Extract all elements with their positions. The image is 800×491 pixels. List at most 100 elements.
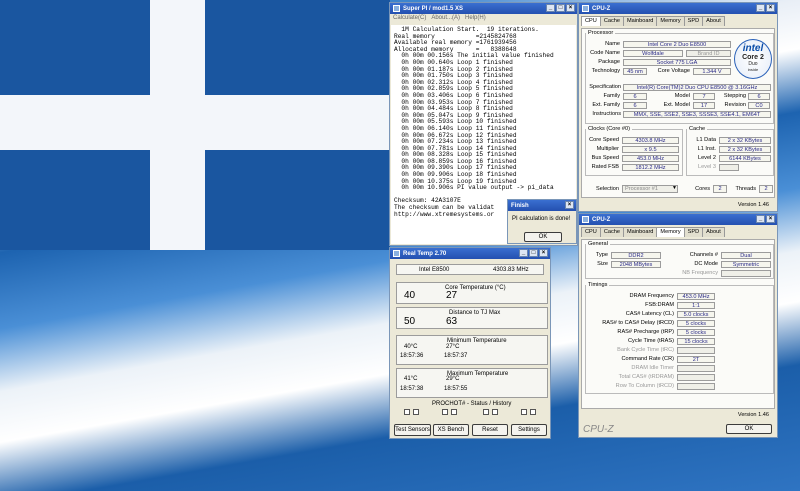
reset-button[interactable]: Reset (472, 424, 508, 436)
close-icon[interactable]: × (565, 201, 574, 209)
cpu-info-box: Intel E8500 4303.83 MHz (396, 264, 544, 275)
cpuz-app-icon (582, 216, 589, 223)
selection-label: Selection (595, 186, 619, 192)
revision-value: C0 (748, 102, 770, 109)
minimize-icon[interactable]: _ (756, 215, 765, 223)
ext-model-value: 17 (693, 102, 715, 109)
row-to-column-label: Row To Column (tRCD) (615, 383, 674, 389)
stepping-label: Stepping (723, 93, 746, 99)
minimize-icon[interactable]: _ (756, 4, 765, 12)
cpuz-memory-title: CPU-Z (592, 216, 611, 223)
ext-model-label: Ext. Model (663, 102, 690, 108)
maximize-icon[interactable]: □ (529, 249, 538, 257)
cpuz-memory-titlebar[interactable]: CPU-Z _ × (579, 214, 777, 225)
prochot-core0-history-checkbox[interactable] (413, 409, 419, 415)
prochot-core0-checkbox[interactable] (404, 409, 410, 415)
core1-max-temp: 29°C (446, 376, 460, 382)
superpi-titlebar[interactable]: Super PI / mod1.5 XS _ □ × (390, 3, 577, 14)
cpuz-title: CPU-Z (592, 5, 611, 12)
specification-value: Intel(R) Core(TM)2 Duo CPU E8500 @ 3.16G… (623, 84, 771, 91)
model-value: 7 (693, 93, 715, 100)
multiplier-label: Multiplier (596, 146, 619, 152)
settings-button[interactable]: Settings (511, 424, 547, 436)
finish-dialog: Finish × PI calculation is done! OK (507, 199, 577, 244)
tab-about[interactable]: About (702, 227, 725, 237)
tab-mainboard[interactable]: Mainboard (622, 227, 658, 237)
nb-frequency-value (721, 270, 771, 277)
max-temperature-box: Maximum Temperature (396, 368, 548, 398)
tab-cache[interactable]: Cache (599, 227, 624, 237)
finish-titlebar[interactable]: Finish × (508, 200, 576, 211)
tab-about[interactable]: About (702, 16, 725, 26)
trcd-value: 5 clocks (677, 320, 715, 327)
tab-mainboard[interactable]: Mainboard (622, 16, 658, 26)
trc-value (677, 347, 715, 354)
command-rate-value: 2T (677, 356, 715, 363)
tab-spd[interactable]: SPD (683, 16, 704, 26)
tab-cpu[interactable]: CPU (581, 227, 601, 237)
superpi-output-line: 0h 00m 10.906s PI value output -> pi_dat… (394, 184, 554, 192)
level3-value (719, 164, 739, 171)
menu-help[interactable]: Help(H) (465, 15, 486, 21)
tab-memory[interactable]: Memory (656, 16, 685, 26)
chevron-down-icon[interactable]: ▼ (672, 185, 677, 191)
trp-value: 5 clocks (677, 329, 715, 336)
cpuz-ok-button[interactable]: OK (726, 424, 772, 434)
finish-message: PI calculation is done! (512, 216, 571, 222)
tab-spd[interactable]: SPD (683, 227, 704, 237)
cpu-model: Intel E8500 (419, 267, 450, 273)
dram-frequency-value: 453.0 MHz (677, 293, 715, 300)
cas-latency-value: 5.0 clocks (677, 311, 715, 318)
multiplier-value: x 9.5 (622, 146, 679, 153)
status-core0-checkbox[interactable] (483, 409, 489, 415)
status-core1-history-checkbox[interactable] (530, 409, 536, 415)
l1-data-value: 2 x 32 KBytes (719, 137, 771, 144)
menu-calculate[interactable]: Calculate(C) (393, 15, 426, 21)
xs-bench-button[interactable]: XS Bench (433, 424, 469, 436)
tab-memory[interactable]: Memory (656, 227, 685, 237)
fsb-dram-label: FSB:DRAM (645, 302, 674, 308)
code-name-value: Wolfdale (623, 50, 683, 57)
close-icon[interactable]: × (566, 4, 575, 12)
prochot-core1-history-checkbox[interactable] (451, 409, 457, 415)
total-cas-value (677, 374, 715, 381)
tab-cpu[interactable]: CPU (581, 16, 601, 26)
size-value: 2048 MBytes (611, 261, 661, 268)
core-speed-label: Core Speed (589, 137, 619, 143)
dram-idle-label: DRAM Idle Timer (631, 365, 674, 371)
bus-speed-label: Bus Speed (591, 155, 619, 161)
test-sensors-button[interactable]: Test Sensors (394, 424, 431, 436)
type-label: Type (595, 252, 608, 258)
status-core0-history-checkbox[interactable] (492, 409, 498, 415)
clocks-legend: Clocks (Core #0) (588, 126, 630, 132)
tjmax-box: Distance to TJ Max (396, 307, 548, 329)
cpuz-brand: CPU-Z (583, 424, 614, 435)
cpuz-titlebar[interactable]: CPU-Z _ × (579, 3, 777, 14)
superpi-title: Super PI / mod1.5 XS (403, 5, 464, 12)
cores-value: 2 (713, 185, 727, 193)
close-icon[interactable]: × (766, 215, 775, 223)
prochot-core1-checkbox[interactable] (442, 409, 448, 415)
technology-label: Technology (591, 68, 620, 74)
tab-cache[interactable]: Cache (599, 16, 624, 26)
status-core1-checkbox[interactable] (521, 409, 527, 415)
trcd-label: RAS# to CAS# Delay (tRCD) (602, 320, 674, 326)
minimize-icon[interactable]: _ (519, 249, 528, 257)
cores-label: Cores (695, 186, 710, 192)
type-value: DDR2 (611, 252, 661, 259)
tras-label: Cycle Time (tRAS) (628, 338, 674, 344)
finish-ok-button[interactable]: OK (524, 232, 562, 242)
instructions-label: Instructions (592, 111, 621, 117)
ext-family-label: Ext. Family (592, 102, 620, 108)
maximize-icon[interactable]: □ (556, 4, 565, 12)
realtemp-titlebar[interactable]: Real Temp 2.70 _ □ × (390, 248, 550, 259)
menu-about[interactable]: About...(A) (431, 15, 460, 21)
rated-fsb-value: 1812.2 MHz (622, 164, 679, 171)
close-icon[interactable]: × (539, 249, 548, 257)
close-icon[interactable]: × (766, 4, 775, 12)
minimize-icon[interactable]: _ (546, 4, 555, 12)
selection-dropdown[interactable]: Processor #1 (622, 185, 678, 193)
channels-value: Dual (721, 252, 771, 259)
timings-legend: Timings (588, 282, 608, 288)
core-temperature-box: Core Temperature (°C) (396, 282, 548, 304)
